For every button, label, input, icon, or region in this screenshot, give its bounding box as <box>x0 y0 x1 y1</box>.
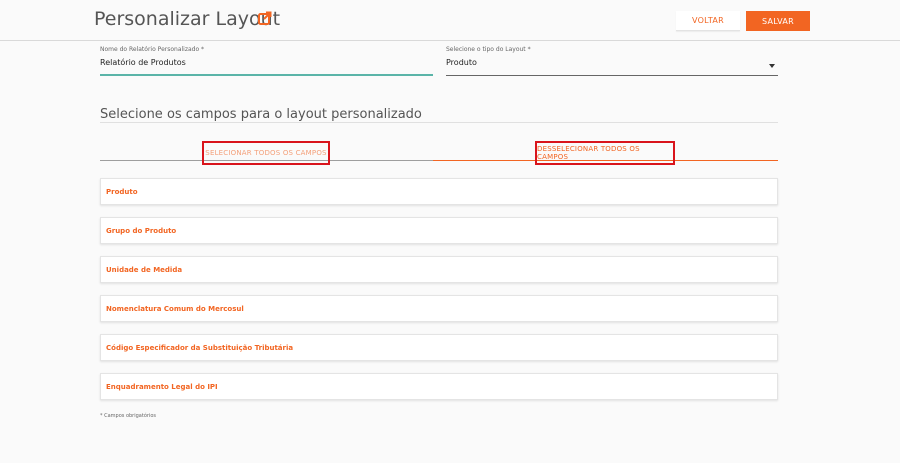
field-item-grupo-produto[interactable]: Grupo do Produto <box>100 217 778 244</box>
back-button[interactable]: VOLTAR <box>676 11 740 31</box>
report-name-label: Nome do Relatório Personalizado * <box>100 46 205 53</box>
open-external-icon[interactable] <box>258 11 272 25</box>
layout-type-select[interactable]: Selecione o tipo do Layout * Produto <box>446 46 778 76</box>
select-all-button[interactable]: SELECIONAR TODOS OS CAMPOS <box>202 141 330 165</box>
page-title: Personalizar Layout <box>94 8 281 30</box>
header-bar: Personalizar Layout VOLTAR SALVAR <box>0 0 900 41</box>
report-name-field[interactable]: Nome do Relatório Personalizado * Relató… <box>100 46 433 76</box>
save-button[interactable]: SALVAR <box>746 11 810 31</box>
section-divider <box>100 122 778 123</box>
layout-type-value[interactable]: Produto <box>446 58 778 67</box>
field-item-produto[interactable]: Produto <box>100 178 778 205</box>
chevron-down-icon[interactable] <box>769 64 775 68</box>
deselect-all-button[interactable]: DESSELECIONAR TODOS OS CAMPOS <box>535 141 675 165</box>
field-item-ncm[interactable]: Nomenclatura Comum do Mercosul <box>100 295 778 322</box>
section-title: Selecione os campos para o layout person… <box>100 107 422 122</box>
required-fields-note: * Campos obrigatórios <box>100 413 156 419</box>
report-name-input[interactable]: Relatório de Produtos <box>100 58 433 67</box>
field-item-cest[interactable]: Código Especificador da Substituição Tri… <box>100 334 778 361</box>
field-item-unidade-medida[interactable]: Unidade de Medida <box>100 256 778 283</box>
field-item-enquadramento-ipi[interactable]: Enquadramento Legal do IPI <box>100 373 778 400</box>
layout-type-label: Selecione o tipo do Layout * <box>446 46 531 53</box>
